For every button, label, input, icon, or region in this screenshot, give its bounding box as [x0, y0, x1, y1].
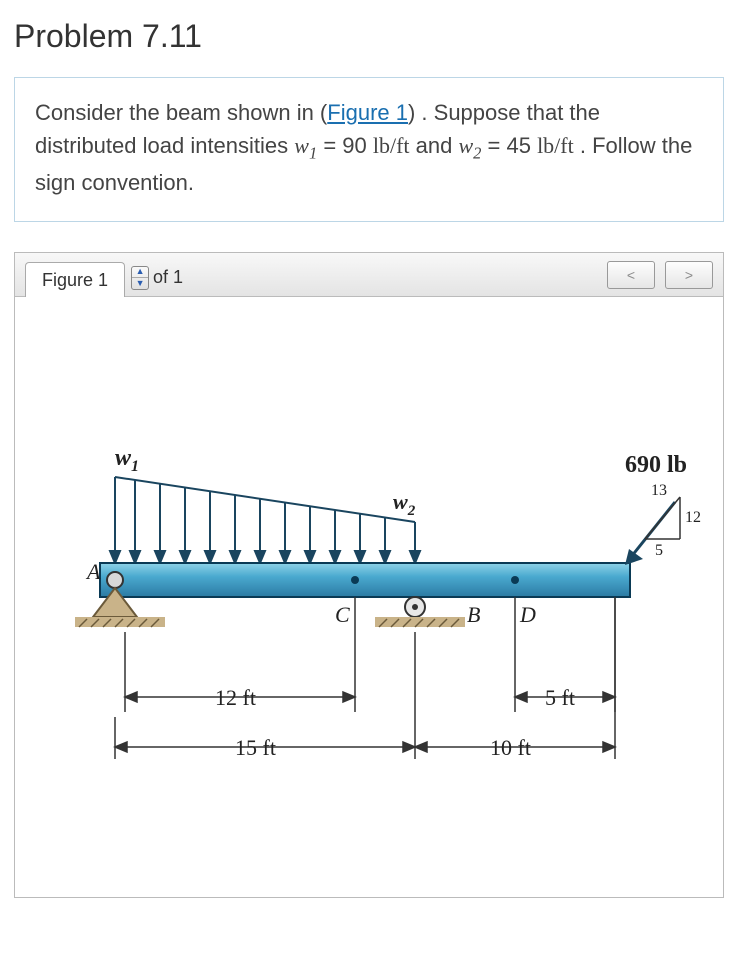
figure-tabbar: Figure 1 ▲ ▼ of 1 < >	[15, 253, 723, 297]
var-w1: w	[294, 133, 309, 158]
figure-tab[interactable]: Figure 1	[25, 262, 125, 300]
figure-tab-label: Figure 1	[42, 270, 108, 291]
text: Consider the beam shown in (	[35, 100, 327, 125]
text: = 45	[481, 133, 537, 158]
figure-stepper[interactable]: ▲ ▼	[131, 266, 149, 290]
svg-text:13: 13	[651, 482, 667, 499]
text: and	[410, 133, 459, 158]
figure-of-text: of 1	[153, 267, 183, 288]
point-load	[625, 497, 680, 565]
figure-body: w1 w2 690 lb 13 12 5 A C B D 12 ft 15 ft…	[15, 297, 723, 897]
svg-text:10 ft: 10 ft	[490, 735, 531, 760]
svg-text:A: A	[85, 559, 101, 584]
sub-1: 1	[309, 143, 317, 162]
figure-counter: ▲ ▼ of 1	[131, 266, 183, 290]
next-figure-button[interactable]: >	[665, 261, 713, 289]
svg-text:5: 5	[655, 542, 663, 559]
chevron-up-icon[interactable]: ▲	[132, 267, 148, 279]
prev-figure-button[interactable]: <	[607, 261, 655, 289]
svg-text:690 lb: 690 lb	[625, 452, 687, 478]
svg-text:12: 12	[685, 509, 701, 526]
svg-text:w2: w2	[393, 489, 416, 519]
figure-link[interactable]: Figure 1	[327, 100, 408, 125]
svg-text:w1: w1	[115, 445, 139, 475]
page-title: Problem 7.11	[0, 0, 738, 77]
unit: lb/ft	[373, 133, 410, 158]
problem-statement: Consider the beam shown in (Figure 1) . …	[14, 77, 724, 222]
figure-panel: Figure 1 ▲ ▼ of 1 < >	[14, 252, 724, 898]
text: = 90	[317, 133, 373, 158]
unit: lb/ft	[537, 133, 574, 158]
svg-text:15 ft: 15 ft	[235, 735, 276, 760]
svg-text:5 ft: 5 ft	[545, 685, 575, 710]
beam-diagram: w1 w2 690 lb 13 12 5 A C B D 12 ft 15 ft…	[15, 297, 723, 897]
svg-text:12 ft: 12 ft	[215, 685, 256, 710]
svg-text:B: B	[467, 602, 480, 627]
svg-text:D: D	[519, 602, 536, 627]
chevron-down-icon[interactable]: ▼	[132, 278, 148, 289]
support-roller	[375, 597, 465, 627]
var-w2: w	[458, 133, 473, 158]
svg-text:C: C	[335, 602, 350, 627]
